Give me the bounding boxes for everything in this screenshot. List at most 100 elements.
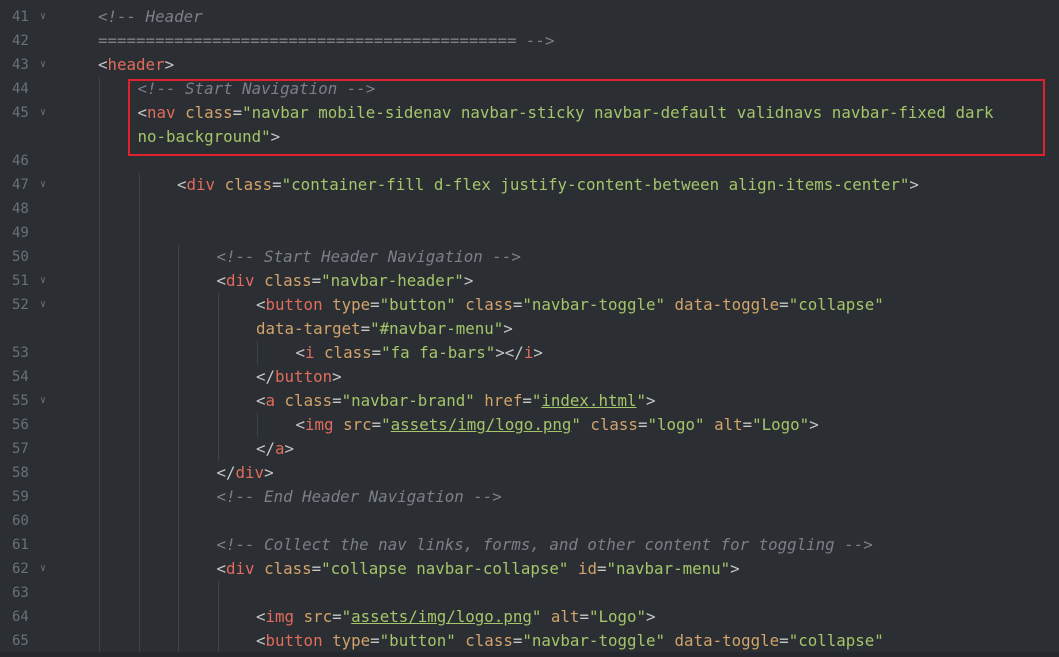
line-number: 63 — [12, 585, 29, 601]
indent-guide — [138, 221, 140, 245]
fold-chevron-icon[interactable]: ∨ — [40, 173, 46, 197]
code-line[interactable]: <div class="navbar-header"> — [217, 269, 474, 293]
code-line[interactable]: <img src="assets/img/logo.png" alt="Logo… — [256, 605, 656, 629]
code-string: " — [381, 415, 391, 434]
code-line[interactable]: no-background"> — [138, 125, 281, 149]
code-line[interactable]: <nav class="navbar mobile-sidenav navbar… — [138, 101, 994, 125]
indent-guide — [99, 605, 100, 629]
indent-guide — [138, 293, 140, 317]
code-line[interactable]: </div> — [217, 461, 274, 485]
code-tag: div — [226, 559, 255, 578]
code-comment: <!-- Start Navigation --> — [137, 79, 376, 98]
line-number-row — [0, 317, 58, 341]
code-tag: div — [235, 463, 265, 482]
indent-guide — [99, 437, 100, 461]
code-attribute: alt — [550, 607, 580, 626]
indent-guide — [99, 293, 100, 317]
code-punctuation: > — [909, 175, 919, 194]
code-line[interactable]: data-target="#navbar-menu"> — [256, 317, 513, 341]
code-tag: button — [265, 631, 323, 650]
code-tag: i — [523, 343, 534, 362]
line-number-row: 44 — [0, 77, 58, 101]
code-link[interactable]: assets/img/logo.png — [351, 607, 532, 626]
indent-guide — [138, 581, 140, 605]
line-number: 41 — [12, 9, 29, 25]
code-line[interactable]: <!-- Start Navigation --> — [138, 77, 376, 101]
code-area[interactable]: <!-- Header =============================… — [58, 0, 1059, 657]
indent-guide — [138, 533, 140, 557]
code-line[interactable]: <!-- Collect the nav links, forms, and o… — [217, 533, 873, 557]
code-equals: = — [232, 103, 243, 122]
indent-guide — [138, 509, 140, 533]
code-line[interactable]: <!-- Header — [98, 5, 203, 29]
line-number-row: 43 ∨ — [0, 53, 58, 77]
code-line[interactable]: <img src="assets/img/logo.png" class="lo… — [296, 413, 819, 437]
fold-chevron-icon[interactable]: ∨ — [40, 101, 46, 125]
code-punctuation: > — [164, 55, 175, 74]
code-punctuation: ></ — [495, 343, 524, 362]
indent-guide — [178, 389, 179, 413]
code-tag: i — [305, 343, 315, 362]
code-string: "button" — [379, 631, 456, 650]
code-equals: = — [272, 175, 282, 194]
line-number: 52 — [12, 297, 29, 313]
code-line[interactable]: <button type="button" class="navbar-togg… — [256, 293, 884, 317]
fold-chevron-icon[interactable]: ∨ — [40, 293, 46, 317]
indent-guide — [217, 605, 219, 629]
code-attribute: class — [185, 103, 233, 122]
code-line[interactable]: ========================================… — [98, 29, 555, 53]
line-number-row: 50 — [0, 245, 58, 269]
indent-guide — [178, 629, 179, 653]
line-number-row: 45 ∨ — [0, 101, 58, 125]
fold-chevron-icon[interactable]: ∨ — [40, 557, 46, 581]
line-number: 44 — [12, 81, 29, 97]
code-line[interactable]: <i class="fa fa-bars"></i> — [296, 341, 543, 365]
horizontal-scrollbar[interactable] — [0, 652, 1059, 657]
code-line[interactable]: <!-- End Header Navigation --> — [217, 485, 502, 509]
code-line[interactable]: <div class="collapse navbar-collapse" id… — [217, 557, 740, 581]
indent-guide — [138, 173, 140, 197]
indent-guide — [178, 557, 179, 581]
code-string: "navbar-header" — [321, 271, 464, 290]
fold-chevron-icon[interactable]: ∨ — [40, 53, 46, 77]
line-number: 56 — [12, 417, 29, 433]
code-line[interactable]: <button type="button" class="navbar-togg… — [256, 629, 884, 653]
fold-chevron-icon[interactable]: ∨ — [40, 389, 46, 413]
code-line[interactable]: <header> — [98, 53, 174, 77]
code-line[interactable]: <div class="container-fill d-flex justif… — [177, 173, 919, 197]
code-string: " — [531, 391, 542, 410]
code-attribute: src — [343, 415, 372, 434]
code-link[interactable]: index.html — [541, 391, 636, 410]
code-line[interactable]: <a class="navbar-brand" href="index.html… — [256, 389, 656, 413]
line-number-row: 64 — [0, 605, 58, 629]
code-punctuation: > — [809, 415, 819, 434]
fold-chevron-icon[interactable]: ∨ — [40, 5, 46, 29]
line-number-row: 49 — [0, 221, 58, 245]
line-number-row: 53 — [0, 341, 58, 365]
indent-guide — [99, 389, 100, 413]
indent-guide — [217, 293, 219, 317]
fold-chevron-icon[interactable]: ∨ — [40, 269, 46, 293]
code-equals: = — [579, 607, 589, 626]
line-number: 54 — [12, 369, 29, 385]
indent-guide — [178, 485, 179, 509]
code-link[interactable]: assets/img/logo.png — [391, 415, 572, 434]
indent-guide — [178, 269, 179, 293]
code-editor[interactable]: 41 ∨ 42 43 ∨ 44 45 ∨ 46 47 ∨ 48 49 50 51 ∨ 52 ∨ 53 54 55 ∨ 56 5… — [0, 0, 1059, 657]
line-number: 62 — [12, 561, 29, 577]
indent-guide — [138, 629, 140, 653]
indent-guide — [99, 461, 100, 485]
code-line[interactable]: </a> — [256, 437, 294, 461]
indent-guide — [178, 461, 179, 485]
line-number: 48 — [12, 201, 29, 217]
code-line[interactable]: </button> — [256, 365, 342, 389]
code-line[interactable]: <!-- Start Header Navigation --> — [217, 245, 521, 269]
line-number-row: 51 ∨ — [0, 269, 58, 293]
indent-guide — [138, 245, 140, 269]
code-punctuation: < — [256, 391, 266, 410]
line-number: 60 — [12, 513, 29, 529]
